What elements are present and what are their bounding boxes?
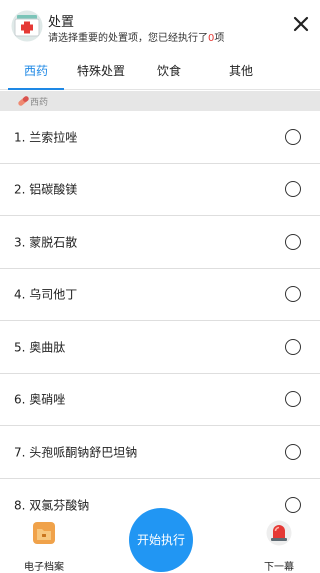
radio-button[interactable] <box>285 181 301 198</box>
tab-other[interactable]: 其他 <box>208 52 274 90</box>
bottom-action-bar: 电子档案 开始执行 下一幕 <box>0 508 320 573</box>
start-execution-button[interactable]: 开始执行 <box>129 508 193 572</box>
radio-button[interactable] <box>285 128 301 145</box>
list-item[interactable]: 5. 奥曲肽 <box>0 321 320 374</box>
tab-label: 饮食 <box>156 64 181 78</box>
item-label: 5. 奥曲肽 <box>14 340 66 355</box>
pill-icon <box>18 96 29 106</box>
electronic-records-button[interactable]: 电子档案 <box>14 520 74 573</box>
subtitle-prefix: 请选择重要的处置项，您已经执行了 <box>48 33 208 44</box>
tab-label: 西药 <box>23 64 48 78</box>
item-label: 3. 蒙脱石散 <box>14 235 78 250</box>
tab-special-treatment[interactable]: 特殊处置 <box>72 52 130 90</box>
tab-bar: 西药 特殊处置 饮食 其他 <box>0 52 320 90</box>
tab-diet[interactable]: 饮食 <box>130 52 208 90</box>
radio-button[interactable] <box>285 338 301 355</box>
list-item[interactable]: 7. 头孢哌酮钠舒巴坦钠 <box>0 426 320 479</box>
page-title: 处置 <box>48 15 75 30</box>
item-label: 2. 铝碳酸镁 <box>14 182 78 197</box>
list-item[interactable]: 2. 铝碳酸镁 <box>0 164 320 216</box>
radio-button[interactable] <box>285 443 301 460</box>
folder-icon <box>33 522 55 544</box>
list-item[interactable]: 3. 蒙脱石散 <box>0 216 320 269</box>
list-item[interactable]: 6. 奥硝唑 <box>0 374 320 426</box>
page-subtitle: 请选择重要的处置项，您已经执行了0项 <box>48 29 224 44</box>
tab-western-medicine[interactable]: 西药 <box>0 52 72 90</box>
item-label: 4. 乌司他丁 <box>14 287 78 302</box>
list-item[interactable]: 1. 兰索拉唑 <box>0 111 320 164</box>
item-label: 7. 头孢哌酮钠舒巴坦钠 <box>14 445 138 460</box>
active-tab-indicator <box>8 88 64 90</box>
header-bar: 处置 请选择重要的处置项，您已经执行了0项 <box>0 0 320 52</box>
section-header: 西药 <box>0 91 320 111</box>
item-label: 6. 奥硝唑 <box>14 392 66 407</box>
medication-list: 1. 兰索拉唑 2. 铝碳酸镁 3. 蒙脱石散 4. 乌司他丁 5. 奥曲肽 6… <box>0 111 320 531</box>
list-item[interactable]: 4. 乌司他丁 <box>0 269 320 321</box>
radio-button[interactable] <box>285 233 301 250</box>
next-scene-button[interactable]: 下一幕 <box>249 520 309 573</box>
close-icon[interactable] <box>292 15 310 33</box>
tab-label: 其他 <box>228 64 253 78</box>
subtitle-suffix: 项 <box>214 33 225 44</box>
electronic-records-label: 电子档案 <box>24 562 64 573</box>
radio-button[interactable] <box>285 391 301 408</box>
next-scene-label: 下一幕 <box>264 562 294 573</box>
section-label: 西药 <box>30 98 49 108</box>
tab-label: 特殊处置 <box>76 64 125 78</box>
item-label: 1. 兰索拉唑 <box>14 130 78 145</box>
radio-button[interactable] <box>285 286 301 303</box>
alarm-light-icon <box>266 520 292 546</box>
medical-kit-icon <box>11 10 43 42</box>
